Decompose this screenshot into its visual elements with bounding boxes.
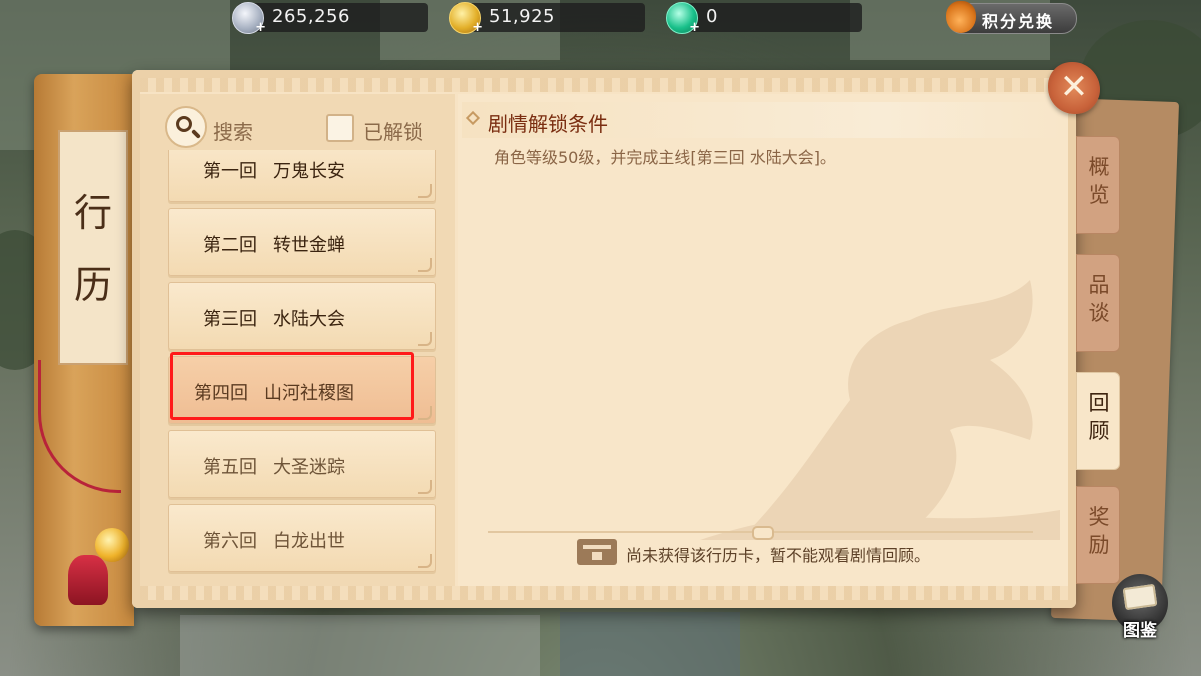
- jade-coin-icon: +: [666, 2, 700, 35]
- tassel-bead: [95, 528, 129, 562]
- scroll-icon: [1122, 583, 1158, 611]
- chapter-number: 第二回: [203, 235, 257, 256]
- tab-overview[interactable]: 概览: [1076, 136, 1120, 234]
- search-label[interactable]: 搜索: [213, 116, 253, 145]
- chapter-item-6[interactable]: 第六回 白龙出世: [168, 504, 436, 572]
- gold-currency[interactable]: + 51,925: [449, 2, 645, 35]
- spine-title-char-1: 行: [73, 191, 112, 235]
- atlas-label[interactable]: 图鉴: [1115, 616, 1165, 641]
- close-button[interactable]: ✕: [1048, 62, 1100, 114]
- divider-ornament: [752, 526, 774, 540]
- jade-amount: 0: [706, 6, 718, 27]
- search-button[interactable]: [165, 106, 207, 148]
- silver-amount: 265,256: [272, 6, 350, 27]
- chapter-title: 万鬼长安: [273, 161, 345, 182]
- chapter-item-3[interactable]: 第三回 水陆大会: [168, 282, 436, 350]
- spine-label: [58, 130, 128, 365]
- gold-coin-icon: +: [449, 2, 483, 35]
- chapter-number: 第五回: [203, 457, 257, 478]
- card-missing-notice: 尚未获得该行历卡，暂不能观看剧情回顾。: [626, 546, 931, 565]
- silver-currency[interactable]: + 265,256: [232, 2, 428, 35]
- chapter-item-2[interactable]: 第二回 转世金蝉: [168, 208, 436, 276]
- chapter-number: 第六回: [203, 531, 257, 552]
- spine-title-char-2: 历: [73, 263, 112, 307]
- unlocked-filter-label[interactable]: 已解锁: [363, 116, 423, 145]
- chapter-title: 水陆大会: [273, 309, 345, 330]
- tab-rewards[interactable]: 奖励: [1076, 486, 1120, 584]
- chapter-title: 转世金蝉: [273, 235, 345, 256]
- panel-bottom-ornament: [140, 586, 1068, 602]
- gold-amount: 51,925: [489, 6, 555, 27]
- chapter-number: 第三回: [203, 309, 257, 330]
- selection-highlight: [170, 352, 414, 420]
- points-exchange-label: 积分兑换: [982, 12, 1055, 31]
- unlocked-filter-checkbox[interactable]: [326, 114, 354, 142]
- unlock-condition-text: 角色等级50级，并完成主线[第三回 水陆大会]。: [494, 148, 836, 167]
- chapter-title: 大圣迷踪: [273, 457, 345, 478]
- silver-coin-icon: +: [232, 2, 266, 35]
- points-exchange-button[interactable]: 积分兑换: [946, 1, 1077, 34]
- jade-currency[interactable]: + 0: [666, 2, 862, 35]
- chapter-item-5[interactable]: 第五回 大圣迷踪: [168, 430, 436, 498]
- chapter-number: 第一回: [203, 161, 257, 182]
- tab-commentary[interactable]: 品谈: [1076, 254, 1120, 352]
- panel-top-ornament: [140, 76, 1068, 92]
- tab-review[interactable]: 回顾: [1076, 372, 1120, 470]
- search-icon: [176, 116, 192, 132]
- tassel-fringe: [68, 555, 108, 605]
- chapter-item-1[interactable]: 第一回 万鬼长安: [168, 150, 436, 202]
- pine-tree-silhouette: [700, 280, 1060, 540]
- journey-card-icon: [577, 539, 617, 565]
- close-icon: ✕: [1059, 67, 1089, 107]
- section-title: 剧情解锁条件: [488, 112, 608, 136]
- money-bag-icon: [946, 1, 976, 33]
- chapter-title: 白龙出世: [273, 531, 345, 552]
